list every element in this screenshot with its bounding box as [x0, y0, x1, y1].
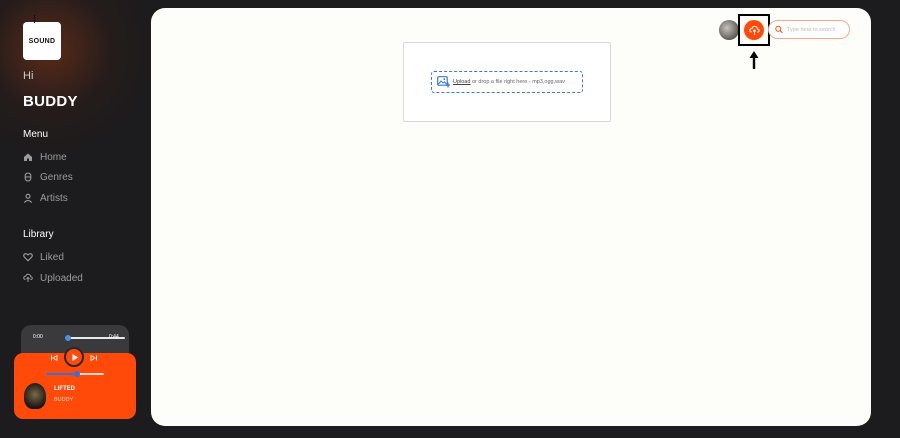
track-artist: BUDDY [54, 397, 74, 403]
search-input[interactable] [787, 26, 849, 33]
sidebar-item-label: Uploaded [40, 272, 83, 284]
image-upload-icon [437, 76, 450, 88]
sidebar-item-uploaded[interactable]: Uploaded [23, 271, 83, 285]
search-bar[interactable] [768, 20, 850, 39]
track-title: LIFTED [54, 386, 75, 392]
seek-handle[interactable] [65, 334, 71, 341]
drop-zone-text: Upload or drop a file right here - mp3,o… [453, 79, 565, 85]
artist-icon [23, 193, 33, 203]
album-cover [24, 383, 46, 409]
highlight-box [738, 14, 770, 46]
play-icon [72, 353, 78, 361]
sidebar-item-home[interactable]: Home [23, 150, 67, 164]
upload-link[interactable]: Upload [453, 79, 470, 85]
current-time: 0:00 [33, 334, 43, 340]
home-icon [24, 153, 32, 161]
heart-icon [23, 253, 33, 262]
volume-fill [46, 373, 76, 375]
sidebar-item-liked[interactable]: Liked [23, 250, 64, 264]
genres-icon [24, 172, 32, 182]
volume-handle[interactable] [74, 371, 80, 377]
sidebar-item-artists[interactable]: Artists [23, 191, 68, 205]
accepted-formats: mp3,ogg,wav [532, 79, 565, 85]
logo-accent-bar [34, 15, 35, 23]
greeting-hi: Hi [23, 70, 34, 82]
cloud-upload-icon [23, 273, 33, 282]
library-title: Library [23, 229, 54, 240]
menu-title: Menu [23, 129, 49, 140]
previous-icon[interactable] [50, 354, 58, 364]
app-logo[interactable]: SOUND [23, 15, 61, 60]
greeting-username: BUDDY [23, 93, 78, 110]
sidebar-item-label: Artists [40, 192, 68, 204]
file-drop-zone[interactable]: Upload or drop a file right here - mp3,o… [431, 71, 583, 93]
arrow-up-icon [749, 51, 759, 69]
search-icon [775, 25, 783, 34]
logo-text: SOUND [28, 37, 56, 45]
sidebar-item-label: Genres [40, 171, 73, 183]
sidebar-item-genres[interactable]: Genres [23, 170, 73, 184]
duration: 0:44 [109, 334, 119, 340]
next-icon[interactable] [90, 354, 98, 364]
play-button[interactable] [64, 347, 84, 367]
avatar[interactable] [719, 20, 739, 40]
sidebar-item-label: Home [40, 151, 67, 163]
drop-instructions: or drop a file right here [470, 79, 528, 85]
sidebar-item-label: Liked [40, 251, 64, 263]
